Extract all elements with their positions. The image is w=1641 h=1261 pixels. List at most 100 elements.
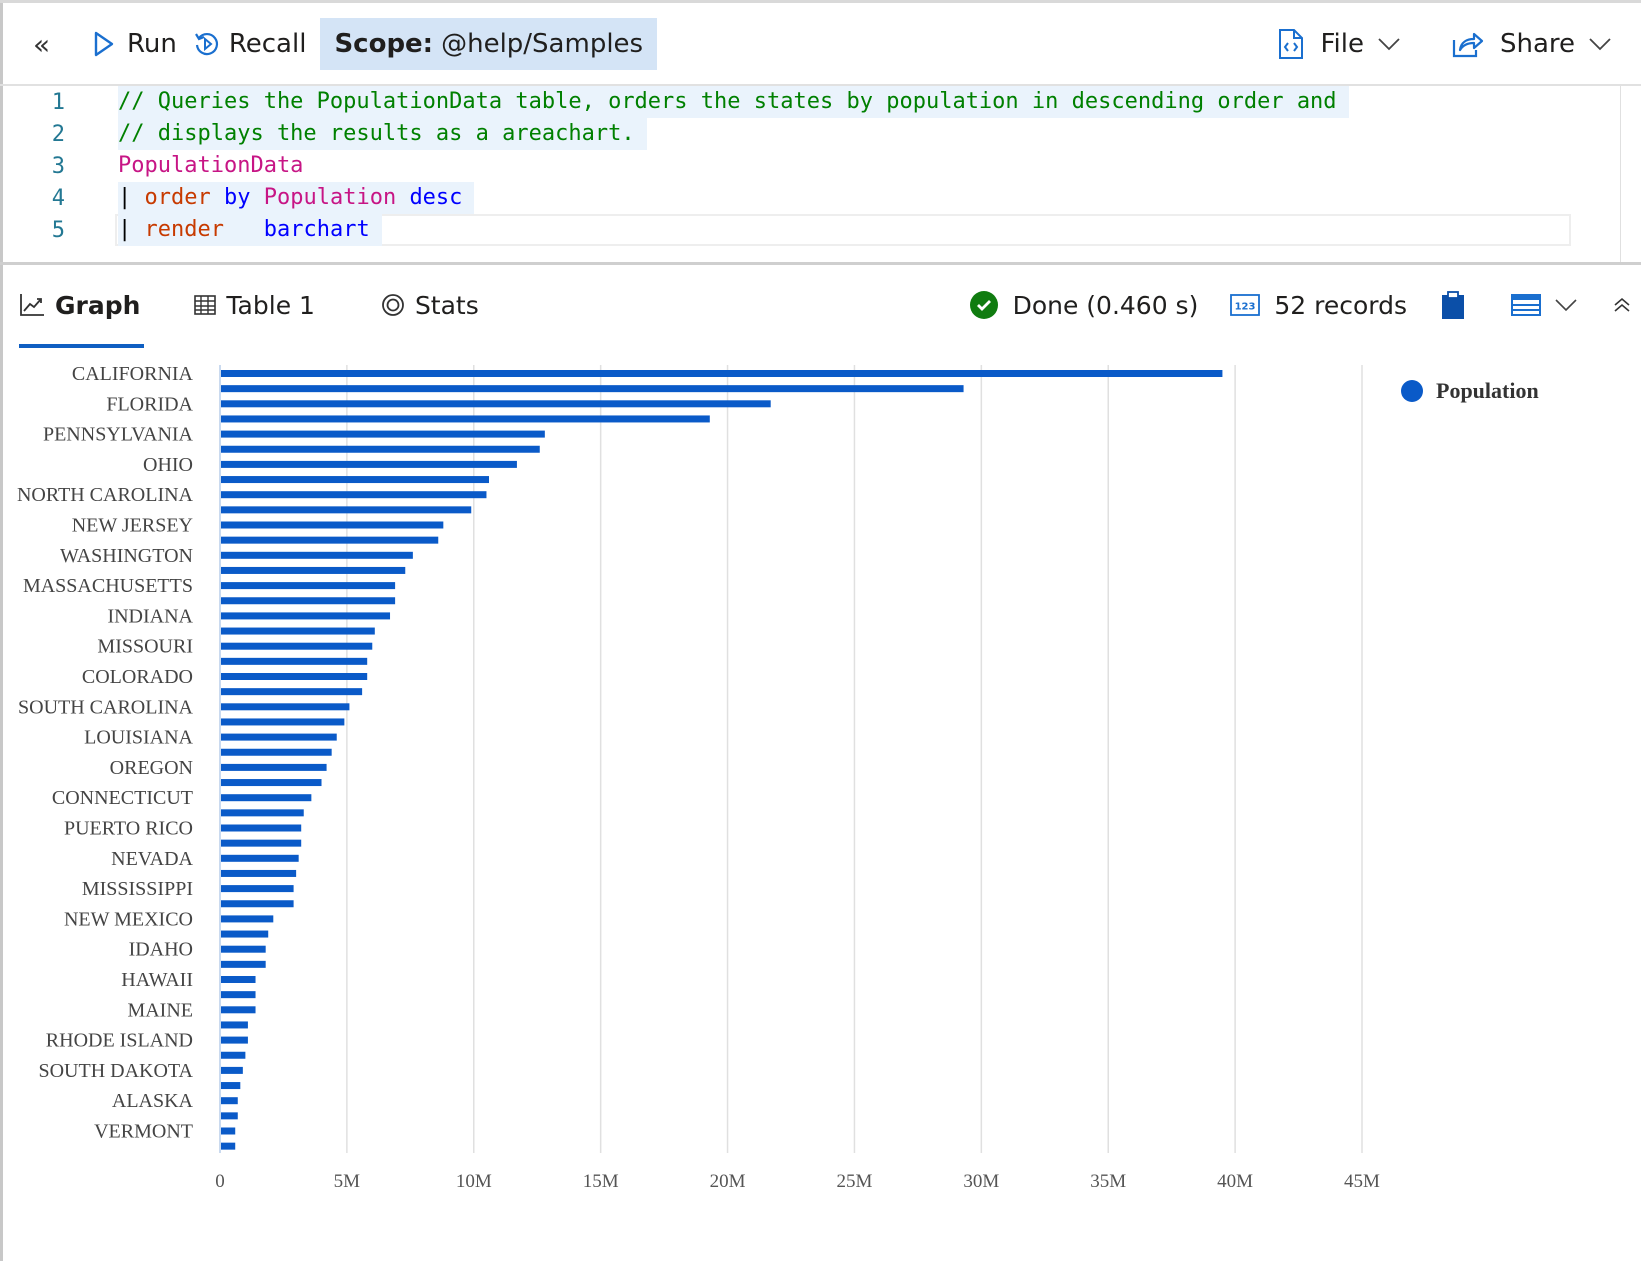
- copy-to-clipboard-button[interactable]: [1441, 290, 1465, 320]
- bar[interactable]: [221, 869, 297, 877]
- bar[interactable]: [221, 839, 302, 847]
- bar[interactable]: [221, 1112, 238, 1120]
- bar[interactable]: [221, 476, 490, 484]
- chart-legend[interactable]: Population: [1401, 378, 1539, 404]
- run-button[interactable]: Run: [85, 18, 185, 70]
- y-category-label: MASSACHUSETTS: [23, 575, 193, 597]
- chevron-down-icon: [1589, 38, 1611, 51]
- x-tick-label: 45M: [1344, 1171, 1380, 1192]
- bar[interactable]: [221, 1082, 241, 1090]
- y-category-label: FLORIDA: [106, 393, 193, 415]
- code-token-op: render: [144, 217, 224, 242]
- y-category-label: NEVADA: [111, 848, 193, 870]
- bar[interactable]: [221, 1097, 238, 1105]
- bar[interactable]: [221, 506, 472, 514]
- tab-graph-label: Graph: [55, 290, 141, 320]
- code-token-pipe: [224, 217, 264, 242]
- double-chevron-up-icon: [1614, 297, 1630, 312]
- bar[interactable]: [221, 1021, 248, 1029]
- y-category-label: SOUTH CAROLINA: [18, 696, 194, 718]
- tab-graph[interactable]: Graph: [5, 270, 145, 348]
- bar[interactable]: [221, 445, 540, 453]
- editor-line[interactable]: 3 PopulationData: [3, 150, 1641, 182]
- bar[interactable]: [221, 748, 332, 756]
- table-icon: [194, 295, 217, 315]
- bar[interactable]: [221, 976, 256, 983]
- bar[interactable]: [221, 794, 312, 802]
- bar[interactable]: [221, 657, 368, 665]
- bar[interactable]: [221, 370, 1223, 377]
- bar[interactable]: [221, 1142, 236, 1150]
- bar[interactable]: [221, 733, 337, 741]
- bar[interactable]: [221, 551, 413, 559]
- editor-line[interactable]: 2 // displays the results as a areachart.: [3, 118, 1641, 150]
- bar[interactable]: [221, 718, 345, 726]
- recall-button[interactable]: Recall: [185, 18, 315, 70]
- code-text: | render barchart: [118, 214, 382, 246]
- bar[interactable]: [221, 915, 274, 923]
- bar[interactable]: [221, 627, 375, 635]
- y-category-label: ALASKA: [112, 1090, 194, 1112]
- bar[interactable]: [221, 1051, 246, 1059]
- query-editor[interactable]: 1 // Queries the PopulationData table, or…: [3, 86, 1641, 262]
- editor-scrollbar-track[interactable]: [1620, 86, 1621, 262]
- code-text: | order by Population desc: [118, 182, 475, 214]
- code-token-pipe: |: [118, 185, 145, 210]
- editor-line[interactable]: 1 // Queries the PopulationData table, or…: [3, 86, 1641, 118]
- line-number: 5: [51, 217, 65, 243]
- bar[interactable]: [221, 536, 439, 544]
- bar[interactable]: [221, 460, 517, 468]
- bar[interactable]: [221, 400, 771, 408]
- bar[interactable]: [221, 385, 964, 393]
- y-category-label: SOUTH DAKOTA: [38, 1060, 193, 1082]
- y-category-label: CONNECTICUT: [52, 787, 193, 809]
- bar[interactable]: [221, 1066, 243, 1074]
- bar[interactable]: [221, 763, 327, 771]
- bar[interactable]: [221, 415, 710, 423]
- scope-selector[interactable]: Scope: @help/Samples: [320, 18, 658, 70]
- layout-options-button[interactable]: [1511, 294, 1577, 316]
- bar[interactable]: [221, 960, 266, 968]
- line-chart-icon: [20, 294, 44, 316]
- code-token-pipe: [396, 185, 409, 210]
- bar[interactable]: [221, 642, 373, 650]
- file-menu-button[interactable]: File: [1270, 18, 1424, 70]
- bar[interactable]: [221, 930, 269, 938]
- x-tick-label: 35M: [1090, 1171, 1126, 1192]
- double-chevron-left-icon: «: [33, 27, 51, 61]
- x-tick-label: 40M: [1217, 1171, 1253, 1192]
- bar[interactable]: [221, 582, 396, 590]
- code-token-comment: // Queries the PopulationData table, ord…: [118, 89, 1337, 114]
- bar[interactable]: [221, 991, 256, 999]
- bar[interactable]: [221, 612, 391, 620]
- bar[interactable]: [221, 1006, 256, 1014]
- bar[interactable]: [221, 1036, 248, 1044]
- share-menu-button[interactable]: Share: [1444, 18, 1635, 70]
- bar[interactable]: [221, 688, 363, 696]
- tab-stats-label: Stats: [414, 290, 479, 320]
- x-tick-label: 20M: [710, 1171, 746, 1192]
- maximize-results-button[interactable]: [1613, 296, 1631, 314]
- code-token-pipe: |: [118, 217, 145, 242]
- bar[interactable]: [221, 430, 545, 438]
- bar[interactable]: [221, 566, 406, 574]
- bar[interactable]: [221, 521, 444, 529]
- editor-line[interactable]: 4 | order by Population desc: [3, 182, 1641, 214]
- clipboard-icon: [1442, 291, 1464, 319]
- bar[interactable]: [221, 491, 487, 499]
- bar[interactable]: [221, 673, 368, 680]
- bar[interactable]: [221, 885, 294, 893]
- tab-table-1[interactable]: Table 1: [180, 270, 329, 340]
- bar[interactable]: [221, 703, 350, 711]
- collapse-pane-button[interactable]: «: [25, 18, 55, 70]
- bar[interactable]: [221, 809, 304, 817]
- bar[interactable]: [221, 824, 302, 832]
- bar[interactable]: [221, 900, 294, 908]
- tab-stats[interactable]: Stats: [367, 270, 493, 340]
- bar[interactable]: [221, 945, 266, 953]
- editor-line[interactable]: 5 | render barchart: [3, 214, 1641, 246]
- bar[interactable]: [221, 854, 299, 862]
- bar[interactable]: [221, 779, 322, 787]
- bar[interactable]: [221, 597, 396, 605]
- bar[interactable]: [221, 1127, 236, 1135]
